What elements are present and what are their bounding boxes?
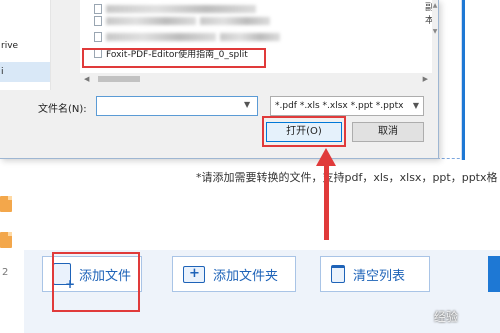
vertical-scrollbar[interactable]: ▲ ▼ <box>432 0 438 73</box>
chevron-down-icon[interactable]: ▼ <box>244 100 250 109</box>
chevron-down-icon: ▼ <box>412 101 419 110</box>
cancel-button[interactable]: 取消 <box>352 122 424 142</box>
clear-list-label: 清空列表 <box>353 268 406 284</box>
scrollbar-thumb[interactable] <box>98 76 140 82</box>
scroll-down-icon[interactable]: ▼ <box>432 28 438 36</box>
file-type-value: *.pdf *.xls *.xlsx *.ppt *.pptx <box>275 101 404 111</box>
open-button[interactable]: 打开(O) <box>266 122 342 142</box>
nav-item-drive[interactable]: rive <box>0 36 50 56</box>
file-open-dialog: rive i Foxit-PDF-Editor使用指南_0_split 副本 ▲… <box>0 0 439 159</box>
red-arrow-shaft <box>324 162 329 240</box>
add-file-label: 添加文件 <box>79 268 132 284</box>
file-icon <box>94 32 102 42</box>
scroll-right-icon[interactable]: ▶ <box>423 73 428 85</box>
add-folder-label: 添加文件夹 <box>213 268 279 284</box>
supported-formats-hint: *请添加需要转换的文件，支持pdf，xls，xlsx，ppt，pptx格 <box>196 171 498 184</box>
nav-item-selected[interactable]: i <box>0 62 50 82</box>
file-name: Foxit-PDF-Editor使用指南_0_split <box>106 49 248 60</box>
convert-button-edge[interactable] <box>488 256 500 292</box>
filename-label: 文件名(N): <box>38 104 87 115</box>
pdf-file-icon <box>0 232 12 248</box>
page-number: 2 <box>2 267 9 278</box>
blurred-file-name <box>200 17 270 25</box>
pdf-file-icon <box>0 196 12 212</box>
blurred-file-name <box>106 5 256 13</box>
file-icon <box>94 16 102 26</box>
dialog-navigation-pane: rive i <box>0 0 51 90</box>
file-list-item[interactable] <box>94 14 270 28</box>
right-panel-edge <box>461 0 500 160</box>
file-list-item-selected[interactable]: Foxit-PDF-Editor使用指南_0_split <box>94 46 248 60</box>
add-file-icon <box>53 263 75 291</box>
blurred-file-name <box>106 33 216 41</box>
horizontal-scrollbar[interactable]: ◀ ▶ <box>80 73 438 85</box>
scroll-left-icon[interactable]: ◀ <box>84 73 89 85</box>
add-folder-button[interactable]: 添加文件夹 <box>172 256 296 292</box>
blurred-file-name <box>220 33 280 41</box>
add-folder-icon <box>183 265 205 283</box>
file-type-select[interactable]: *.pdf *.xls *.xlsx *.ppt *.pptx ▼ <box>270 96 424 116</box>
scroll-up-icon[interactable]: ▲ <box>432 2 438 10</box>
file-icon <box>94 48 102 58</box>
file-list: Foxit-PDF-Editor使用指南_0_split 副本 <box>80 0 434 73</box>
watermark: 经验 <box>433 310 458 324</box>
trash-icon <box>331 265 345 283</box>
file-icon <box>94 4 102 14</box>
file-list-item[interactable] <box>94 30 280 44</box>
add-file-button[interactable]: 添加文件 <box>42 256 142 292</box>
clear-list-button[interactable]: 清空列表 <box>320 256 430 292</box>
filename-input[interactable] <box>96 96 258 116</box>
blurred-file-name <box>106 17 196 25</box>
